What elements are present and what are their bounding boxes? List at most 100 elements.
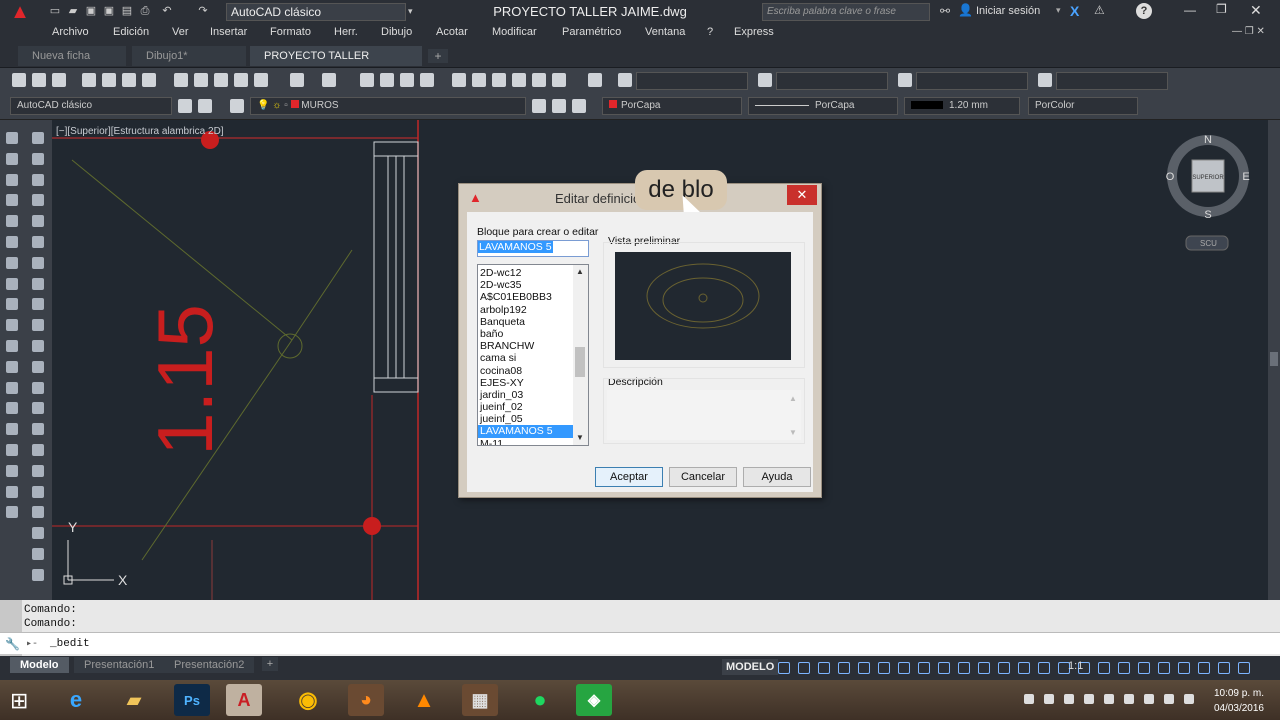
menu-edicion[interactable]: Edición <box>113 26 149 38</box>
tool-plot-icon[interactable] <box>82 73 96 87</box>
camtasia-icon[interactable]: ◈ <box>576 684 612 716</box>
plot-icon[interactable]: ▤ <box>120 4 134 18</box>
tool-paste-icon[interactable] <box>214 73 228 87</box>
menu-ventana[interactable]: Ventana <box>645 26 685 38</box>
draw-tool-icon[interactable] <box>32 152 44 165</box>
draw-tool-icon[interactable] <box>6 485 18 498</box>
workspace-settings-icon[interactable] <box>178 99 192 113</box>
status-toggle-icon[interactable] <box>878 662 890 674</box>
vlc-icon[interactable]: ▲ <box>406 684 442 716</box>
scroll-down-icon[interactable]: ▼ <box>576 433 584 442</box>
tray-icon[interactable] <box>1144 694 1154 704</box>
block-list[interactable]: 2D-wc12 2D-wc35 A$C01EB0BB3 arbolp192 Banque… <box>477 264 589 446</box>
tab-modelo[interactable]: Modelo <box>10 657 69 673</box>
draw-tool-icon[interactable] <box>32 423 44 436</box>
menu-insertar[interactable]: Insertar <box>210 26 247 38</box>
draw-tool-icon[interactable] <box>32 527 44 540</box>
tray-icon[interactable] <box>1164 694 1174 704</box>
scroll-up-icon[interactable]: ▲ <box>576 267 584 276</box>
tool-undo-icon[interactable] <box>290 73 304 87</box>
login-link[interactable]: Iniciar sesión <box>976 5 1040 17</box>
draw-tool-icon[interactable] <box>6 360 18 373</box>
menu-formato[interactable]: Formato <box>270 26 311 38</box>
make-current-layer-icon[interactable] <box>532 99 546 113</box>
binoculars-icon[interactable]: ⚯ <box>940 4 950 18</box>
draw-tool-icon[interactable] <box>32 340 44 352</box>
menu-archivo[interactable]: Archivo <box>52 26 89 38</box>
doc-minimize-icon[interactable]: — ❐ ✕ <box>1232 26 1265 37</box>
annotation-scale[interactable]: 1:1 <box>1068 660 1083 672</box>
draw-tool-icon[interactable] <box>6 319 18 332</box>
draw-tool-icon[interactable] <box>6 194 18 207</box>
menu-dibujo[interactable]: Dibujo <box>381 26 412 38</box>
application-menu-button[interactable]: ▲ <box>0 0 40 24</box>
block-list-item[interactable]: arbolp192 <box>478 304 574 316</box>
print-icon[interactable]: ⎙ <box>138 4 152 18</box>
chrome-icon[interactable]: ◉ <box>290 684 326 716</box>
block-list-item[interactable]: baño <box>478 328 574 340</box>
draw-tool-icon[interactable] <box>6 173 18 186</box>
autodesk-a360-icon[interactable]: ⚠ <box>1094 3 1105 17</box>
block-list-item[interactable]: M-11 <box>478 438 574 445</box>
tool-sheet-set-icon[interactable] <box>512 73 526 87</box>
new-icon[interactable]: ▭ <box>48 4 62 18</box>
file-explorer-icon[interactable]: ▰ <box>116 684 152 716</box>
plotstyle-combo[interactable]: PorColor <box>1028 97 1138 115</box>
draw-tool-icon[interactable] <box>32 485 44 498</box>
draw-tool-icon[interactable] <box>32 256 44 269</box>
status-toggle-icon[interactable] <box>1178 662 1190 674</box>
block-list-item[interactable]: jueinf_02 <box>478 401 574 413</box>
viewcube-east[interactable]: E <box>1242 171 1249 183</box>
tool-cut-icon[interactable] <box>174 73 188 87</box>
draw-tool-icon[interactable] <box>32 173 44 186</box>
draw-tool-icon[interactable] <box>6 381 18 394</box>
status-toggle-icon[interactable] <box>858 662 870 674</box>
tab-dibujo1[interactable]: Dibujo1* <box>132 46 246 66</box>
draw-tool-icon[interactable] <box>32 236 44 248</box>
block-list-item[interactable]: BRANCHW <box>478 340 574 352</box>
restore-icon[interactable]: ❐ <box>1216 2 1227 16</box>
block-list-item[interactable]: Banqueta <box>478 316 574 328</box>
status-toggle-icon[interactable] <box>818 662 830 674</box>
layer-combo[interactable]: 💡 ☼ ▫ MUROS <box>250 97 526 115</box>
status-toggle-icon[interactable] <box>778 662 790 674</box>
draw-tool-icon[interactable] <box>32 444 44 456</box>
status-toggle-icon[interactable] <box>1038 662 1050 674</box>
dialog-close-button[interactable]: ✕ <box>787 185 817 205</box>
minimize-icon[interactable]: — <box>1184 3 1196 17</box>
status-toggle-icon[interactable] <box>1138 662 1150 674</box>
add-layout-button[interactable]: + <box>262 657 278 671</box>
windows-start-icon[interactable]: ⊞ <box>10 688 28 714</box>
draw-tool-icon[interactable] <box>32 381 44 394</box>
draw-tool-icon[interactable] <box>6 506 18 519</box>
tool-matchprop-icon[interactable] <box>234 73 248 87</box>
status-toggle-icon[interactable] <box>958 662 970 674</box>
dim-style-combo[interactable] <box>776 72 888 90</box>
tool-new-icon[interactable] <box>12 73 26 87</box>
status-toggle-icon[interactable] <box>918 662 930 674</box>
saveas-icon[interactable]: ▣ <box>102 4 116 18</box>
block-list-item[interactable]: jueinf_05 <box>478 413 574 425</box>
tray-icon[interactable] <box>1024 694 1034 704</box>
tab-presentacion2[interactable]: Presentación2 <box>164 657 255 673</box>
draw-tool-icon[interactable] <box>6 256 18 269</box>
block-list-item[interactable]: cama si <box>478 352 574 364</box>
draw-tool-icon[interactable] <box>32 194 44 207</box>
menu-express[interactable]: Express <box>734 26 774 38</box>
tray-icon[interactable] <box>1184 694 1194 704</box>
block-list-item[interactable]: jardin_03 <box>478 389 574 401</box>
cancel-button[interactable]: Cancelar <box>669 467 737 487</box>
layer-state-icon[interactable] <box>572 99 586 113</box>
save-icon[interactable]: ▣ <box>84 4 98 18</box>
quick-access-dropdown-icon[interactable]: ▾ <box>408 6 413 17</box>
status-toggle-icon[interactable] <box>1238 662 1250 674</box>
draw-tool-icon[interactable] <box>32 548 44 560</box>
login-dropdown-icon[interactable]: ▾ <box>1056 5 1061 16</box>
draw-tool-icon[interactable] <box>6 236 18 248</box>
tab-proyecto-taller[interactable]: PROYECTO TALLER JAIME* <box>250 46 422 82</box>
clock-date[interactable]: 04/03/2016 <box>1208 703 1264 714</box>
block-list-item[interactable]: LAVAMANOS 5 <box>478 425 574 438</box>
tool-preview-icon[interactable] <box>102 73 116 87</box>
grip-point[interactable] <box>363 517 381 535</box>
draw-tool-icon[interactable] <box>32 464 44 477</box>
